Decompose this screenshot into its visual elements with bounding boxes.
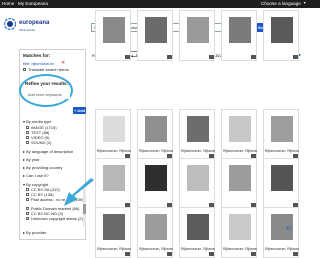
result-caption[interactable]: Rijksmuseum, Rijksmuseum — [139, 247, 173, 251]
result-tile[interactable]: Rijksmuseum, Rijksmuseum — [221, 207, 257, 258]
chevron-down-icon: ▼ — [303, 1, 307, 5]
match-term[interactable]: title: rijksmuseum — [23, 61, 54, 66]
result-tile[interactable] — [137, 10, 173, 61]
result-tile[interactable] — [179, 158, 215, 209]
result-thumbnail[interactable] — [229, 17, 251, 43]
image-type-icon — [209, 55, 214, 59]
result-thumbnail[interactable] — [187, 165, 209, 191]
result-caption[interactable]: Rijksmuseum, Rijksmuseum — [139, 149, 173, 153]
result-thumbnail[interactable] — [103, 116, 125, 142]
facet-country[interactable]: ▸ By providing country — [23, 165, 62, 170]
copyright-public-domain-checkbox[interactable] — [26, 207, 29, 210]
result-thumbnail[interactable] — [187, 116, 209, 142]
result-thumbnail[interactable] — [271, 165, 293, 191]
result-thumbnail[interactable] — [229, 165, 251, 191]
facet-provider[interactable]: ▸ By provider — [23, 230, 46, 235]
sidebar: Matches for: title: rijksmuseum ✕ Transl… — [19, 49, 86, 240]
result-caption[interactable]: Rijksmuseum, Rijksmuseum — [223, 149, 257, 153]
result-thumbnail[interactable] — [187, 214, 209, 240]
result-tile[interactable]: Rijksmuseum, Rijksmuseum — [263, 207, 299, 258]
result-tile[interactable]: Rijksmuseum, Rijksmuseum — [137, 207, 173, 258]
add-keyword-button[interactable]: + Add — [73, 107, 86, 114]
image-type-icon — [293, 55, 298, 59]
result-thumbnail[interactable] — [229, 116, 251, 142]
facet-can-i-use-it[interactable]: ▸ Can I use it? — [23, 173, 49, 178]
pointer-arrow-icon — [64, 178, 94, 206]
facet-year[interactable]: ▸ By year — [23, 157, 40, 162]
result-tile[interactable] — [95, 10, 131, 61]
result-tile[interactable] — [221, 158, 257, 209]
image-type-icon — [209, 252, 214, 256]
result-thumbnail[interactable] — [271, 116, 293, 142]
brand-name: europeana — [19, 20, 50, 26]
image-type-icon — [251, 252, 256, 256]
media-video-checkbox[interactable] — [26, 136, 29, 139]
result-caption[interactable]: Rijksmuseum, Rijksmuseum — [97, 149, 131, 153]
result-caption[interactable]: Rijksmuseum, Rijksmuseum — [181, 247, 215, 251]
result-thumbnail[interactable] — [187, 17, 209, 43]
result-tile[interactable] — [263, 10, 299, 61]
result-tile[interactable] — [95, 158, 131, 209]
media-text-checkbox[interactable] — [26, 131, 29, 134]
result-tile[interactable] — [221, 10, 257, 61]
result-caption[interactable]: Rijksmuseum, Rijksmuseum — [181, 149, 215, 153]
image-type-icon — [125, 252, 130, 256]
image-type-icon — [167, 55, 172, 59]
image-type-icon — [293, 252, 298, 256]
result-thumbnail[interactable] — [145, 116, 167, 142]
image-type-icon — [167, 252, 172, 256]
result-tile[interactable] — [263, 158, 299, 209]
result-thumbnail[interactable] — [229, 214, 251, 240]
media-image-checkbox[interactable] — [26, 126, 29, 129]
keyword-input[interactable]: Add more keywords — [26, 92, 70, 99]
result-thumbnail[interactable] — [103, 165, 125, 191]
result-caption[interactable]: Rijksmuseum, Rijksmuseum — [223, 247, 257, 251]
result-tile[interactable]: Rijksmuseum, Rijksmuseum — [221, 109, 257, 160]
result-tile[interactable] — [137, 158, 173, 209]
translate-checkbox[interactable] — [23, 68, 26, 71]
result-thumbnail[interactable] — [103, 17, 125, 43]
remove-filter-icon[interactable]: ✕ — [61, 60, 65, 66]
result-tile[interactable]: Rijksmuseum, Rijksmuseum — [179, 207, 215, 258]
copyright-unknown-checkbox[interactable] — [26, 217, 29, 220]
result-thumbnail[interactable] — [271, 17, 293, 43]
language-select[interactable]: Choose a language — [261, 1, 301, 6]
result-thumbnail[interactable] — [103, 214, 125, 240]
result-tile[interactable] — [179, 10, 215, 61]
brand-tagline: think culture — [19, 28, 36, 32]
my-europeana-link[interactable]: My Europeana — [18, 1, 48, 6]
copyright-cc-by-nc-nd-checkbox[interactable] — [26, 212, 29, 215]
home-link[interactable]: Home — [2, 1, 14, 6]
translate-label: Translate search terms — [28, 67, 69, 72]
result-tile[interactable]: Rijksmuseum, Rijksmuseum — [179, 109, 215, 160]
copyright-cc-by-checkbox[interactable] — [26, 193, 29, 196]
result-tile[interactable]: Rijksmuseum, Rijksmuseum — [95, 109, 131, 160]
top-nav-bar: Home My Europeana Choose a language ▼ — [0, 0, 320, 8]
media-sound-checkbox[interactable] — [26, 141, 29, 144]
europeana-logo-icon — [4, 18, 16, 30]
facet-media-type[interactable]: ▾ By media type — [23, 119, 51, 124]
result-tile[interactable]: Rijksmuseum, Rijksmuseum — [263, 109, 299, 160]
highlight-ring — [19, 74, 73, 107]
copyright-paid-access-checkbox[interactable] — [26, 198, 29, 201]
facet-language[interactable]: ▸ By language of description — [23, 149, 73, 154]
result-tile[interactable]: Rijksmuseum, Rijksmuseum — [95, 207, 131, 258]
result-caption[interactable]: Rijksmuseum, Rijksmuseum — [265, 247, 299, 251]
refine-label: Refine your results: — [25, 81, 69, 86]
slide-number: 47 — [286, 226, 292, 232]
result-thumbnail[interactable] — [145, 17, 167, 43]
image-type-icon — [251, 55, 256, 59]
copyright-cc-by-sa-checkbox[interactable] — [26, 188, 29, 191]
result-caption[interactable]: Rijksmuseum, Rijksmuseum — [97, 247, 131, 251]
result-caption[interactable]: Rijksmuseum, Rijksmuseum — [265, 149, 299, 153]
result-tile[interactable]: Rijksmuseum, Rijksmuseum — [137, 109, 173, 160]
image-type-icon — [125, 55, 130, 59]
result-thumbnail[interactable] — [145, 165, 167, 191]
matches-label: Matches for: — [23, 53, 51, 58]
result-thumbnail[interactable] — [145, 214, 167, 240]
